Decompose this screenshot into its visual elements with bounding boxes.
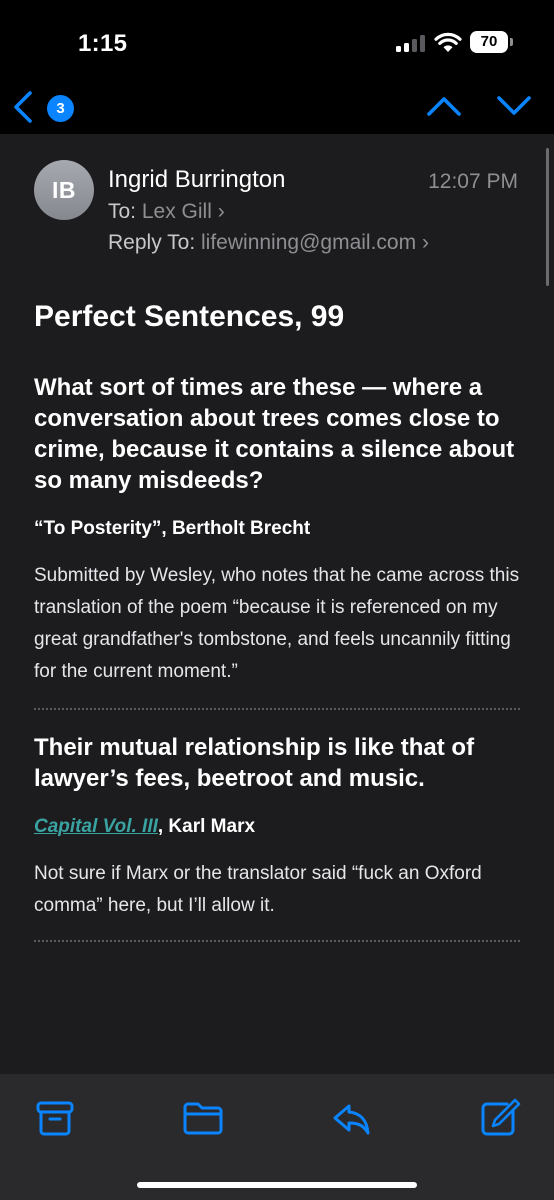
quote-2: Their mutual relationship is like that o… [34, 734, 475, 792]
email-body: Perfect Sentences, 99 What sort of times… [34, 298, 520, 962]
quote-1: What sort of times are these — where a c… [34, 374, 515, 494]
chevron-left-icon [14, 91, 32, 123]
previous-message-chevron-up-icon[interactable] [426, 94, 462, 118]
folder-icon[interactable] [181, 1096, 225, 1140]
attribution-1: “To Posterity”, Bertholt Brecht [34, 518, 311, 539]
to-label: To: [108, 200, 137, 223]
reply-label: Reply To: [108, 231, 196, 254]
chevron-right-icon: › [421, 231, 429, 254]
compose-icon[interactable] [477, 1096, 521, 1140]
home-indicator[interactable] [137, 1182, 417, 1188]
reply-value[interactable]: lifewinning@gmail.com [201, 231, 416, 254]
back-button[interactable]: 3 [12, 88, 80, 128]
unread-count-badge: 3 [47, 95, 74, 122]
note-2: Not sure if Marx or the translator said … [34, 863, 482, 916]
battery-nub [510, 38, 513, 46]
scroll-indicator[interactable] [546, 148, 549, 286]
cellular-signal-icon [396, 35, 428, 52]
email-view[interactable]: IB Ingrid Burrington 12:07 PM To: Lex Gi… [0, 134, 554, 1074]
mail-nav-bar: 3 [0, 84, 554, 134]
reply-to[interactable]: Reply To: lifewinning@gmail.com › [108, 231, 429, 255]
chevron-right-icon: › [217, 200, 225, 223]
status-bar: 1:15 70 [0, 0, 554, 84]
divider [34, 708, 520, 710]
divider [34, 940, 520, 942]
avatar[interactable]: IB [34, 160, 94, 220]
archive-icon[interactable] [33, 1096, 77, 1140]
email-subject: Perfect Sentences, 99 [34, 300, 345, 333]
reply-icon[interactable] [329, 1096, 373, 1140]
sent-time: 12:07 PM [428, 170, 518, 193]
status-time: 1:15 [78, 30, 128, 57]
wifi-icon [434, 32, 462, 52]
source-link[interactable]: Capital Vol. III [34, 816, 158, 837]
attribution-2: Capital Vol. III, Karl Marx [34, 814, 520, 840]
to-recipient[interactable]: To: Lex Gill › [108, 200, 225, 224]
attribution-author: , Karl Marx [157, 816, 256, 837]
next-message-chevron-down-icon[interactable] [496, 94, 532, 118]
note-1: Submitted by Wesley, who notes that he c… [34, 565, 520, 682]
to-value[interactable]: Lex Gill [142, 200, 212, 223]
battery-indicator: 70 [470, 31, 508, 53]
bottom-toolbar [0, 1074, 554, 1200]
sender-name[interactable]: Ingrid Burrington [108, 166, 285, 194]
